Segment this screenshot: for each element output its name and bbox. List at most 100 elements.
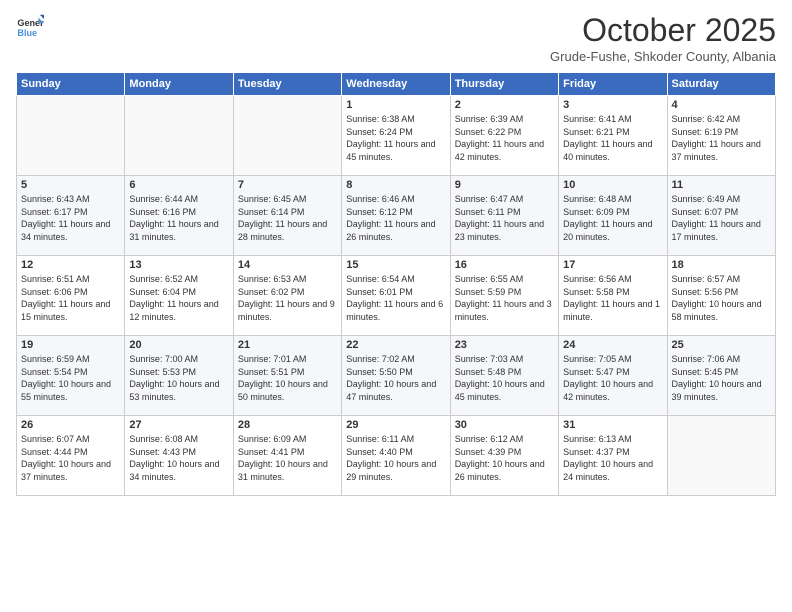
day-number: 15 <box>346 259 445 271</box>
calendar-cell: 7 Sunrise: 6:45 AM Sunset: 6:14 PM Daylig… <box>233 176 341 256</box>
day-number: 8 <box>346 179 445 191</box>
col-wednesday: Wednesday <box>342 73 450 96</box>
calendar-week-3: 19Sunrise: 6:59 AM Sunset: 5:54 PM Dayli… <box>17 336 776 416</box>
calendar-cell: 19Sunrise: 6:59 AM Sunset: 5:54 PM Dayli… <box>17 336 125 416</box>
day-info: Sunrise: 6:53 AM Sunset: 6:02 PM Dayligh… <box>238 273 337 323</box>
calendar-cell: 15Sunrise: 6:54 AM Sunset: 6:01 PM Dayli… <box>342 256 450 336</box>
day-info: Sunrise: 6:41 AM Sunset: 6:21 PM Dayligh… <box>563 113 662 163</box>
day-number: 26 <box>21 419 120 431</box>
day-number: 20 <box>129 339 228 351</box>
calendar-cell: 31Sunrise: 6:13 AM Sunset: 4:37 PM Dayli… <box>559 416 667 496</box>
page: General Blue October 2025 Grude-Fushe, S… <box>0 0 792 612</box>
day-info: Sunrise: 6:11 AM Sunset: 4:40 PM Dayligh… <box>346 433 445 483</box>
day-info: Sunrise: 7:02 AM Sunset: 5:50 PM Dayligh… <box>346 353 445 403</box>
col-friday: Friday <box>559 73 667 96</box>
calendar-cell: 9Sunrise: 6:47 AM Sunset: 6:11 PM Daylig… <box>450 176 558 256</box>
calendar-cell: 27Sunrise: 6:08 AM Sunset: 4:43 PM Dayli… <box>125 416 233 496</box>
calendar-cell: 25 Sunrise: 7:06 AM Sunset: 5:45 PM Dayli… <box>667 336 775 416</box>
logo-icon: General Blue <box>16 12 44 40</box>
day-number: 6 <box>129 179 228 191</box>
calendar-cell: 16 Sunrise: 6:55 AM Sunset: 5:59 PM Dayli… <box>450 256 558 336</box>
day-info: Sunrise: 6:09 AM Sunset: 4:41 PM Dayligh… <box>238 433 337 483</box>
day-info: Sunrise: 6:51 AM Sunset: 6:06 PM Dayligh… <box>21 273 120 323</box>
day-info: Sunrise: 7:06 AM Sunset: 5:45 PM Dayligh… <box>672 353 771 403</box>
calendar-cell: 11Sunrise: 6:49 AM Sunset: 6:07 PM Dayli… <box>667 176 775 256</box>
day-number: 18 <box>672 259 771 271</box>
svg-text:Blue: Blue <box>17 28 37 38</box>
calendar-cell: 22 Sunrise: 7:02 AM Sunset: 5:50 PM Dayli… <box>342 336 450 416</box>
calendar-cell <box>17 96 125 176</box>
day-info: Sunrise: 7:05 AM Sunset: 5:47 PM Dayligh… <box>563 353 662 403</box>
header: General Blue October 2025 Grude-Fushe, S… <box>16 12 776 64</box>
calendar-cell: 8 Sunrise: 6:46 AM Sunset: 6:12 PM Daylig… <box>342 176 450 256</box>
title-block: October 2025 Grude-Fushe, Shkoder County… <box>550 12 776 64</box>
day-info: Sunrise: 6:39 AM Sunset: 6:22 PM Dayligh… <box>455 113 554 163</box>
day-number: 24 <box>563 339 662 351</box>
calendar-cell: 1Sunrise: 6:38 AM Sunset: 6:24 PM Daylig… <box>342 96 450 176</box>
day-info: Sunrise: 6:45 AM Sunset: 6:14 PM Dayligh… <box>238 193 337 243</box>
calendar-cell: 20 Sunrise: 7:00 AM Sunset: 5:53 PM Dayli… <box>125 336 233 416</box>
day-number: 25 <box>672 339 771 351</box>
calendar-week-2: 12 Sunrise: 6:51 AM Sunset: 6:06 PM Dayli… <box>17 256 776 336</box>
day-number: 3 <box>563 99 662 111</box>
day-info: Sunrise: 6:46 AM Sunset: 6:12 PM Dayligh… <box>346 193 445 243</box>
day-info: Sunrise: 7:01 AM Sunset: 5:51 PM Dayligh… <box>238 353 337 403</box>
calendar-cell: 26 Sunrise: 6:07 AM Sunset: 4:44 PM Dayli… <box>17 416 125 496</box>
calendar-week-1: 5Sunrise: 6:43 AM Sunset: 6:17 PM Daylig… <box>17 176 776 256</box>
day-info: Sunrise: 6:52 AM Sunset: 6:04 PM Dayligh… <box>129 273 228 323</box>
day-number: 28 <box>238 419 337 431</box>
day-info: Sunrise: 6:56 AM Sunset: 5:58 PM Dayligh… <box>563 273 662 323</box>
calendar-cell: 18 Sunrise: 6:57 AM Sunset: 5:56 PM Dayli… <box>667 256 775 336</box>
calendar-cell: 14Sunrise: 6:53 AM Sunset: 6:02 PM Dayli… <box>233 256 341 336</box>
calendar-cell: 6Sunrise: 6:44 AM Sunset: 6:16 PM Daylig… <box>125 176 233 256</box>
calendar-cell: 12 Sunrise: 6:51 AM Sunset: 6:06 PM Dayli… <box>17 256 125 336</box>
calendar-cell: 28 Sunrise: 6:09 AM Sunset: 4:41 PM Dayli… <box>233 416 341 496</box>
calendar-cell: 23 Sunrise: 7:03 AM Sunset: 5:48 PM Dayli… <box>450 336 558 416</box>
calendar-cell: 13Sunrise: 6:52 AM Sunset: 6:04 PM Dayli… <box>125 256 233 336</box>
day-number: 4 <box>672 99 771 111</box>
day-number: 21 <box>238 339 337 351</box>
day-number: 2 <box>455 99 554 111</box>
calendar-cell: 24 Sunrise: 7:05 AM Sunset: 5:47 PM Dayli… <box>559 336 667 416</box>
calendar-cell: 2 Sunrise: 6:39 AM Sunset: 6:22 PM Daylig… <box>450 96 558 176</box>
calendar-cell <box>233 96 341 176</box>
day-info: Sunrise: 7:00 AM Sunset: 5:53 PM Dayligh… <box>129 353 228 403</box>
day-number: 16 <box>455 259 554 271</box>
calendar-cell: 29 Sunrise: 6:11 AM Sunset: 4:40 PM Dayli… <box>342 416 450 496</box>
calendar-cell <box>667 416 775 496</box>
day-number: 23 <box>455 339 554 351</box>
location-subtitle: Grude-Fushe, Shkoder County, Albania <box>550 49 776 64</box>
calendar-cell: 3 Sunrise: 6:41 AM Sunset: 6:21 PM Daylig… <box>559 96 667 176</box>
col-sunday: Sunday <box>17 73 125 96</box>
day-number: 5 <box>21 179 120 191</box>
header-row: Sunday Monday Tuesday Wednesday Thursday… <box>17 73 776 96</box>
calendar-week-0: 1Sunrise: 6:38 AM Sunset: 6:24 PM Daylig… <box>17 96 776 176</box>
day-info: Sunrise: 6:59 AM Sunset: 5:54 PM Dayligh… <box>21 353 120 403</box>
col-thursday: Thursday <box>450 73 558 96</box>
day-info: Sunrise: 6:48 AM Sunset: 6:09 PM Dayligh… <box>563 193 662 243</box>
day-number: 12 <box>21 259 120 271</box>
calendar-cell <box>125 96 233 176</box>
calendar-cell: 5Sunrise: 6:43 AM Sunset: 6:17 PM Daylig… <box>17 176 125 256</box>
logo: General Blue <box>16 12 44 40</box>
calendar-cell: 17 Sunrise: 6:56 AM Sunset: 5:58 PM Dayli… <box>559 256 667 336</box>
day-info: Sunrise: 6:07 AM Sunset: 4:44 PM Dayligh… <box>21 433 120 483</box>
calendar-cell: 30Sunrise: 6:12 AM Sunset: 4:39 PM Dayli… <box>450 416 558 496</box>
day-info: Sunrise: 6:13 AM Sunset: 4:37 PM Dayligh… <box>563 433 662 483</box>
day-info: Sunrise: 6:55 AM Sunset: 5:59 PM Dayligh… <box>455 273 554 323</box>
day-info: Sunrise: 6:57 AM Sunset: 5:56 PM Dayligh… <box>672 273 771 323</box>
day-number: 9 <box>455 179 554 191</box>
day-info: Sunrise: 7:03 AM Sunset: 5:48 PM Dayligh… <box>455 353 554 403</box>
calendar-table: Sunday Monday Tuesday Wednesday Thursday… <box>16 72 776 496</box>
day-number: 17 <box>563 259 662 271</box>
col-monday: Monday <box>125 73 233 96</box>
calendar-cell: 4Sunrise: 6:42 AM Sunset: 6:19 PM Daylig… <box>667 96 775 176</box>
day-info: Sunrise: 6:12 AM Sunset: 4:39 PM Dayligh… <box>455 433 554 483</box>
day-number: 29 <box>346 419 445 431</box>
day-info: Sunrise: 6:49 AM Sunset: 6:07 PM Dayligh… <box>672 193 771 243</box>
day-number: 1 <box>346 99 445 111</box>
calendar-week-4: 26 Sunrise: 6:07 AM Sunset: 4:44 PM Dayli… <box>17 416 776 496</box>
calendar-cell: 10Sunrise: 6:48 AM Sunset: 6:09 PM Dayli… <box>559 176 667 256</box>
day-number: 22 <box>346 339 445 351</box>
day-number: 7 <box>238 179 337 191</box>
